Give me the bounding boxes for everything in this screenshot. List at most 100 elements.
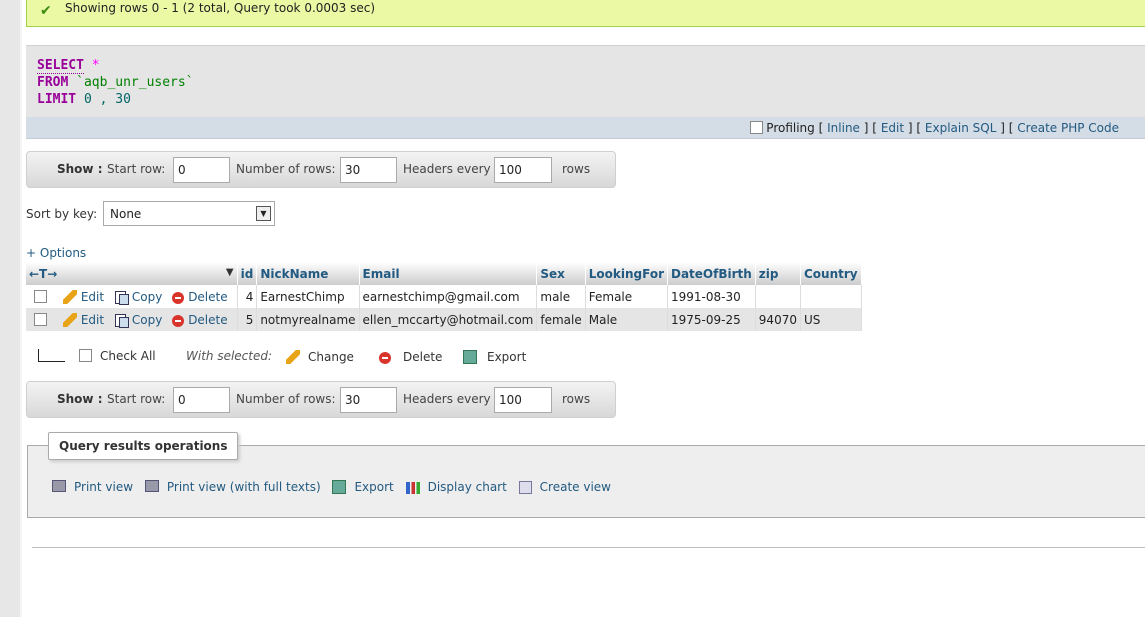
start-row-label: Start row: xyxy=(107,162,166,176)
check-all-control[interactable]: Check All xyxy=(79,349,156,363)
export-icon xyxy=(332,480,347,494)
bulk-export-label: Export xyxy=(487,350,527,364)
print-view-full-link[interactable]: Print view (with full texts) xyxy=(144,480,321,494)
delete-icon xyxy=(172,314,185,327)
headers-every-input[interactable]: 100 xyxy=(494,157,552,183)
chevron-down-icon[interactable]: ▼ xyxy=(256,206,271,221)
column-header-lookingfor[interactable]: LookingFor xyxy=(585,262,668,285)
number-of-rows-label: Number of rows: xyxy=(236,162,336,176)
with-selected-label: With selected: xyxy=(186,349,273,363)
display-chart-label[interactable]: Display chart xyxy=(428,480,507,494)
create-view-label[interactable]: Create view xyxy=(540,480,611,494)
cell-lookingfor[interactable]: Female xyxy=(585,285,668,308)
pencil-icon xyxy=(286,350,300,364)
cell-dateofbirth[interactable]: 1975-09-25 xyxy=(667,308,756,331)
headers-every-input[interactable]: 100 xyxy=(494,387,552,413)
print-view-link[interactable]: Print view xyxy=(52,480,133,494)
column-arrows-icon[interactable]: ←T→ xyxy=(29,267,57,281)
export-label[interactable]: Export xyxy=(354,480,393,494)
sort-by-key-select[interactable]: None ▼ xyxy=(103,201,275,226)
cell-nickname[interactable]: notmyrealname xyxy=(256,308,360,331)
column-header-sex[interactable]: Sex xyxy=(536,262,586,285)
export-icon xyxy=(463,350,477,364)
bracket-open: [ xyxy=(1008,121,1014,135)
create-php-code-link[interactable]: Create PHP Code xyxy=(1017,121,1119,135)
cell-id[interactable]: 5 xyxy=(237,308,258,331)
check-all-label[interactable]: Check All xyxy=(100,349,156,363)
bracket-open: [ xyxy=(916,121,922,135)
copy-row-button[interactable]: Copy xyxy=(114,289,163,305)
cell-zip[interactable]: 94070 xyxy=(755,308,801,331)
row-checkbox[interactable] xyxy=(34,312,47,326)
create-view-link[interactable]: Create view xyxy=(518,480,611,494)
delete-row-button[interactable]: Delete xyxy=(172,290,228,304)
bar-chart-icon xyxy=(405,482,420,494)
cell-zip[interactable] xyxy=(755,285,801,308)
edit-row-button[interactable]: Edit xyxy=(62,312,105,327)
left-frame-border xyxy=(20,0,22,617)
cell-sex[interactable]: female xyxy=(536,308,586,331)
edit-sql-link[interactable]: Edit xyxy=(881,121,904,135)
column-header-nickname[interactable]: NickName xyxy=(256,262,360,285)
edit-label: Edit xyxy=(80,312,105,327)
start-row-input[interactable]: 0 xyxy=(173,157,230,183)
cell-email[interactable]: earnestchimp@gmail.com xyxy=(359,285,538,308)
chevron-down-icon[interactable]: ▼ xyxy=(226,267,234,278)
column-header-id[interactable]: id xyxy=(237,262,258,285)
copy-icon xyxy=(114,290,129,305)
print-view-full-label[interactable]: Print view (with full texts) xyxy=(167,480,321,494)
display-chart-link[interactable]: Display chart xyxy=(405,480,507,494)
column-header-country[interactable]: Country xyxy=(800,262,862,285)
copy-row-button[interactable]: Copy xyxy=(114,313,162,328)
bulk-change-button[interactable]: Change xyxy=(286,350,354,364)
cell-nickname[interactable]: EarnestChimp xyxy=(256,285,360,308)
number-of-rows-label: Number of rows: xyxy=(236,392,336,406)
delete-row-button[interactable]: Delete xyxy=(172,312,228,327)
sql-table-name: `aqb_unr_users` xyxy=(76,75,194,90)
number-of-rows-input[interactable]: 30 xyxy=(340,157,397,183)
bulk-delete-label: Delete xyxy=(403,350,443,364)
edit-label: Edit xyxy=(80,289,105,304)
arrow-up-left-icon xyxy=(38,349,65,362)
number-of-rows-input[interactable]: 30 xyxy=(340,387,397,413)
success-message: ✔ Showing rows 0 - 1 (2 total, Query too… xyxy=(26,0,1145,27)
left-frame-edge xyxy=(0,0,21,617)
bulk-export-button[interactable]: Export xyxy=(463,350,526,364)
sort-by-key-value: None xyxy=(110,207,142,221)
inline-link[interactable]: Inline xyxy=(827,121,860,135)
explain-sql-link[interactable]: Explain SQL xyxy=(925,121,997,135)
start-row-input[interactable]: 0 xyxy=(173,387,230,413)
cell-dateofbirth[interactable]: 1991-08-30 xyxy=(667,285,756,308)
navigation-bar-bottom: Show : Start row: 0 Number of rows: 30 H… xyxy=(26,381,616,418)
cell-country[interactable]: US xyxy=(800,308,862,331)
column-header-zip[interactable]: zip xyxy=(755,262,801,285)
delete-label: Delete xyxy=(188,312,228,327)
edit-row-button[interactable]: Edit xyxy=(62,289,105,304)
column-header-email[interactable]: Email xyxy=(359,262,538,285)
profiling-label: Profiling xyxy=(766,121,815,135)
column-header-dateofbirth[interactable]: DateOfBirth xyxy=(667,262,756,285)
cell-country[interactable] xyxy=(800,285,862,308)
profiling-checkbox[interactable] xyxy=(750,121,764,134)
export-link[interactable]: Export xyxy=(332,480,394,494)
horizontal-rule xyxy=(32,547,1145,548)
actions-header: ←T→ ▼ xyxy=(26,262,238,285)
bulk-delete-button[interactable]: Delete xyxy=(379,350,442,364)
cell-email[interactable]: ellen_mccarty@hotmail.com xyxy=(359,308,538,331)
copy-label: Copy xyxy=(131,289,163,304)
query-results-operations-legend: Query results operations xyxy=(48,432,239,460)
check-all-checkbox[interactable] xyxy=(79,349,92,362)
cell-sex[interactable]: male xyxy=(536,285,586,308)
print-view-label[interactable]: Print view xyxy=(74,480,133,494)
sort-by-key-label: Sort by key: xyxy=(26,207,98,221)
cell-id[interactable]: 4 xyxy=(237,285,258,308)
sql-select-keyword[interactable]: SELECT xyxy=(37,58,84,74)
sql-query-box: SELECT * FROM `aqb_unr_users` LIMIT 0 , … xyxy=(26,45,1145,117)
sql-limit-keyword: LIMIT xyxy=(37,92,77,107)
table-row: Edit Copy Delete 4 EarnestChimp earnestc… xyxy=(26,285,862,308)
row-checkbox[interactable] xyxy=(34,289,47,303)
cell-lookingfor[interactable]: Male xyxy=(585,308,668,331)
options-link[interactable]: + Options xyxy=(26,246,86,260)
table-row: Edit Copy Delete 5 notmyrealname ellen_m… xyxy=(26,308,862,331)
sql-query: SELECT * FROM `aqb_unr_users` LIMIT 0 , … xyxy=(37,57,194,108)
